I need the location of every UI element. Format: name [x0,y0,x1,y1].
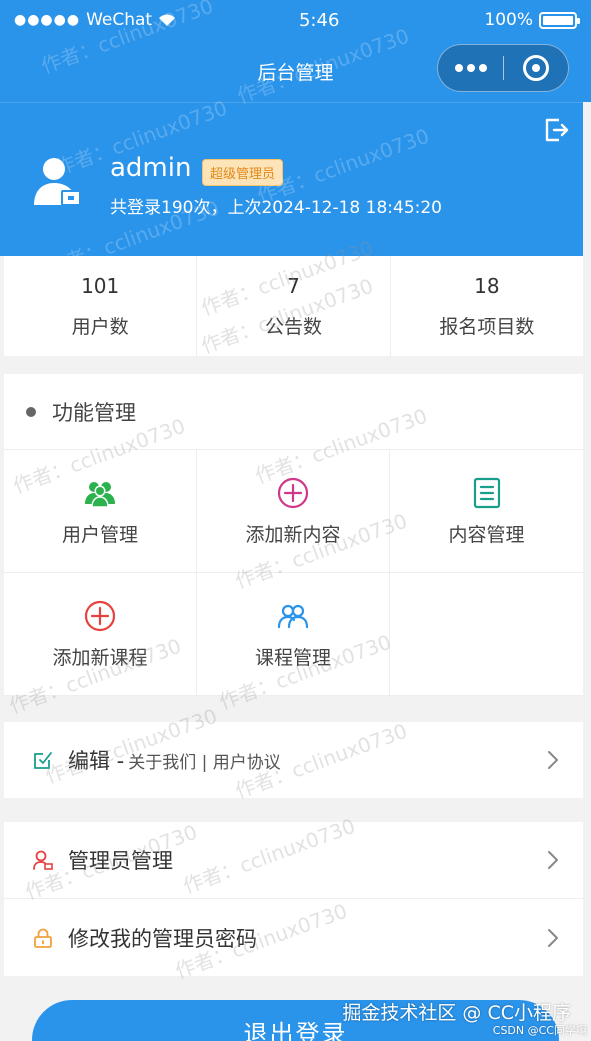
role-badge: 超级管理员 [202,159,284,186]
target-icon [522,55,549,81]
status-bar: ●●●●● WeChat 5:46 100% [0,0,591,40]
chevron-right-icon [548,751,558,769]
edit-row-subtitle: 关于我们 | 用户协议 [128,752,281,773]
battery-icon [539,11,580,29]
stat-label: 报名项目数 [439,315,535,338]
stat-label: 公告数 [264,315,322,338]
users-outline-icon [277,604,309,628]
more-dots-icon [454,64,463,72]
more-menu-button[interactable] [438,64,503,72]
logout-icon[interactable] [541,115,571,145]
chevron-right-icon [548,928,558,947]
function-panel: 功能管理 用户管理 添加新内容 内容管理 添加新课程 课程管理 [4,374,583,696]
document-list-icon [473,477,500,508]
stat-value: 101 [81,273,120,298]
close-mini-program-button[interactable] [504,55,568,81]
status-time: 5:46 [298,9,340,31]
function-panel-header: 功能管理 [4,374,583,450]
change-password-row[interactable]: 修改我的管理员密码 [4,899,583,976]
stat-enroll-projects[interactable]: 18 报名项目数 [391,256,583,356]
profile-header: admin 超级管理员 共登录190次，上次2024-12-18 18:45:2… [0,102,583,256]
function-label: 内容管理 [448,523,525,546]
admin-row-label: 管理员管理 [68,849,173,873]
wifi-icon [159,14,176,26]
signal-icon: ●●●●● [14,12,81,28]
stat-label: 用户数 [71,315,129,338]
edit-pages-row[interactable]: 编辑 - 关于我们 | 用户协议 [4,722,583,798]
function-label: 课程管理 [254,646,331,669]
stat-value: 7 [287,273,300,298]
bullet-dot-icon [26,406,36,417]
source-credit: 掘金技术社区 @ CC小程序 [342,1002,571,1024]
admin-row-label: 修改我的管理员密码 [68,926,257,951]
function-content-management[interactable]: 内容管理 [390,450,583,573]
csdn-credit: CSDN @CC同学啊 [492,1024,587,1037]
stats-panel: 101 用户数 7 公告数 18 报名项目数 [4,256,583,356]
carrier-name: WeChat [86,10,153,30]
battery-percent: 100% [484,10,533,30]
function-user-management[interactable]: 用户管理 [4,450,197,573]
function-label: 添加新内容 [245,523,341,546]
admin-management-row[interactable]: 管理员管理 [4,822,583,899]
mini-program-capsule [437,44,569,92]
stat-notices[interactable]: 7 公告数 [197,256,391,356]
login-info: 共登录190次，上次2024-12-18 18:45:20 [110,198,442,218]
lock-icon [34,928,52,948]
function-add-course[interactable]: 添加新课程 [4,573,197,696]
admin-user-icon [33,850,53,870]
function-panel-title: 功能管理 [52,400,136,425]
admin-avatar-icon [34,158,81,206]
function-course-management[interactable]: 课程管理 [197,573,390,696]
page-title: 后台管理 [257,61,334,84]
function-empty-cell [390,573,583,696]
plus-circle-icon [84,600,116,631]
stat-value: 18 [474,273,500,298]
function-label: 用户管理 [61,523,138,546]
admin-settings-list: 管理员管理 修改我的管理员密码 [4,822,583,976]
plus-circle-icon [277,477,309,508]
users-icon [85,481,115,508]
nav-bar: 后台管理 [0,40,591,102]
username: admin [110,153,192,183]
function-label: 添加新课程 [52,646,148,669]
edit-icon [34,752,52,769]
function-add-content[interactable]: 添加新内容 [197,450,390,573]
stat-users[interactable]: 101 用户数 [4,256,198,356]
edit-row-title: 编辑 - [68,749,125,773]
chevron-right-icon [548,851,558,869]
